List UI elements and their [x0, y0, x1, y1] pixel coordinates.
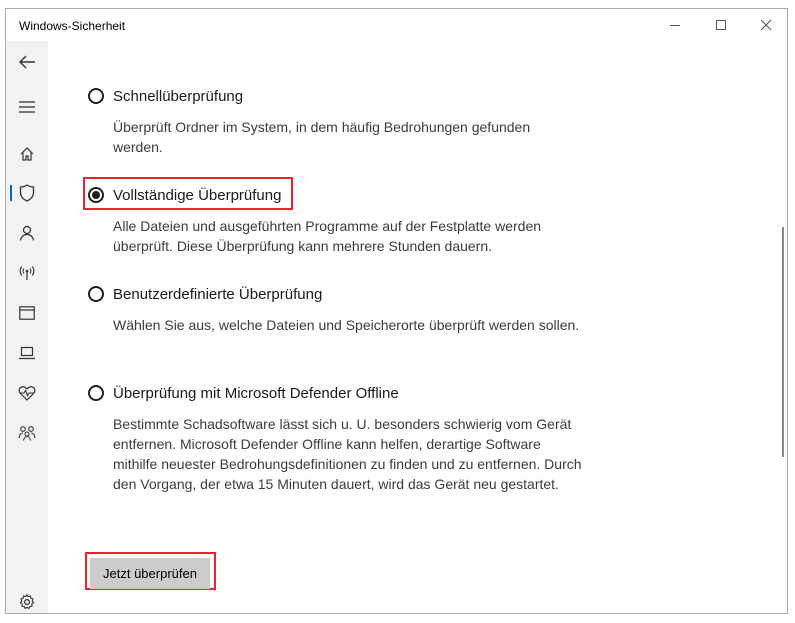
laptop-icon	[19, 346, 35, 360]
scan-option-custom: Benutzerdefinierte Überprüfung Wählen Si…	[86, 283, 606, 335]
hamburger-menu-icon	[19, 101, 35, 113]
scan-options-panel: Schnellüberprüfung Überprüft Ordner im S…	[48, 41, 787, 613]
scan-option-defender-offline: Überprüfung mit Microsoft Defender Offli…	[86, 382, 606, 494]
settings-gear-icon	[19, 594, 35, 610]
option-description: Überprüft Ordner im System, in dem häufi…	[113, 119, 531, 155]
option-description: Alle Dateien und ausgeführten Programme …	[113, 218, 542, 254]
wireless-icon	[19, 266, 35, 280]
nav-device-performance[interactable]	[6, 376, 48, 410]
radio-quick-scan[interactable]	[88, 88, 104, 104]
nav-family-options[interactable]	[6, 416, 48, 450]
scan-now-button[interactable]: Jetzt überprüfen	[90, 558, 210, 589]
nav-account-protection[interactable]	[6, 216, 48, 250]
shield-icon	[19, 184, 35, 202]
window-title: Windows-Sicherheit	[19, 19, 126, 33]
vertical-scrollbar[interactable]	[782, 227, 784, 457]
maximize-button[interactable]	[698, 9, 744, 41]
nav-device-security[interactable]	[6, 336, 48, 370]
menu-button[interactable]	[6, 90, 48, 124]
scan-option-quick: Schnellüberprüfung Überprüft Ordner im S…	[86, 85, 606, 157]
highlight-box-full-scan	[83, 177, 293, 210]
minimize-icon	[670, 25, 680, 26]
family-icon	[18, 426, 36, 441]
home-icon	[20, 147, 34, 161]
heart-pulse-icon	[18, 386, 36, 401]
minimize-button[interactable]	[652, 9, 698, 41]
option-label[interactable]: Schnellüberprüfung	[113, 88, 243, 105]
close-button[interactable]	[743, 9, 787, 41]
maximize-icon	[716, 20, 726, 30]
app-browser-icon	[19, 306, 35, 320]
sidebar	[6, 41, 48, 613]
nav-settings[interactable]	[6, 585, 48, 613]
radio-custom-scan[interactable]	[88, 286, 104, 302]
option-description: Wählen Sie aus, welche Dateien und Speic…	[113, 317, 580, 333]
nav-firewall-network[interactable]	[6, 256, 48, 290]
person-icon	[19, 225, 35, 241]
back-button[interactable]	[6, 45, 48, 79]
nav-app-browser-control[interactable]	[6, 296, 48, 330]
close-icon	[760, 19, 772, 31]
radio-defender-offline-scan[interactable]	[88, 385, 104, 401]
nav-home[interactable]	[6, 137, 48, 171]
option-label[interactable]: Benutzerdefinierte Überprüfung	[113, 286, 322, 303]
app-window: Windows-Sicherheit Schnellüberprüfung Üb…	[5, 8, 788, 614]
back-arrow-icon	[19, 55, 35, 69]
nav-virus-protection[interactable]	[6, 176, 48, 210]
option-label[interactable]: Überprüfung mit Microsoft Defender Offli…	[113, 385, 399, 402]
option-description: Bestimmte Schadsoftware lässt sich u. U.…	[113, 416, 582, 492]
title-bar: Windows-Sicherheit	[6, 9, 787, 41]
